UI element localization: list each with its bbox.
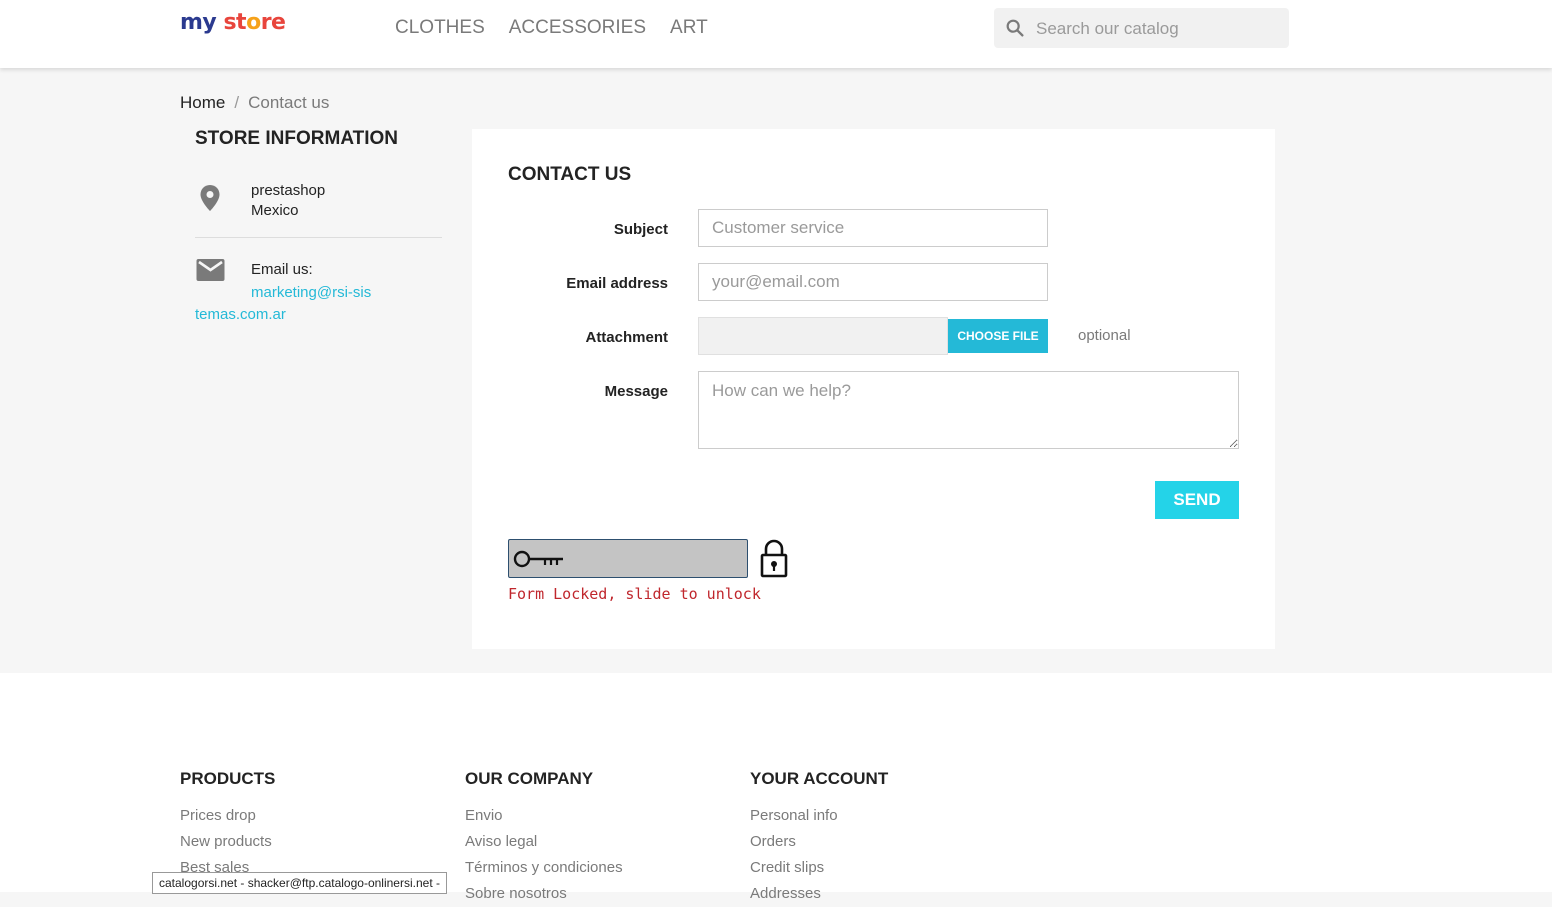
site-header: my store CLOTHES ACCESSORIES ART (0, 0, 1552, 68)
key-icon[interactable] (513, 549, 565, 569)
footer-link-new-products[interactable]: New products (180, 829, 275, 855)
browser-status-bar: catalogorsi.net - shacker@ftp.catalogo-o… (152, 872, 447, 894)
store-info-title: STORE INFORMATION (195, 128, 399, 149)
location-pin-icon (200, 185, 220, 211)
message-label: Message (604, 383, 668, 400)
breadcrumb: Home / Contact us (180, 93, 329, 113)
store-email-link[interactable]: marketing@rsi-sistemas.com.ar (195, 282, 375, 326)
footer-account-title: YOUR ACCOUNT (750, 769, 889, 788)
email-field[interactable] (698, 263, 1048, 301)
footer-link-prices-drop[interactable]: Prices drop (180, 803, 275, 829)
search-bar (994, 8, 1289, 48)
breadcrumb-current: Contact us (248, 93, 330, 112)
footer-link-aviso-legal[interactable]: Aviso legal (465, 829, 623, 855)
logo-text-re: re (260, 10, 286, 35)
store-address-line2: Mexico (251, 202, 299, 219)
choose-file-button[interactable]: CHOOSE FILE (948, 319, 1048, 353)
main-nav: CLOTHES ACCESSORIES ART (395, 17, 708, 39)
form-locked-message: Form Locked, slide to unlock (508, 585, 761, 603)
footer-company-title: OUR COMPANY (465, 769, 594, 788)
store-logo[interactable]: my store (180, 10, 286, 35)
logo-text-st: st (223, 10, 247, 35)
breadcrumb-home[interactable]: Home (180, 93, 225, 112)
email-us-label: Email us: (251, 261, 313, 278)
footer-company: OUR COMPANY Envio Aviso legal Términos y… (465, 769, 623, 907)
store-divider (195, 237, 442, 238)
attachment-filename-field[interactable] (698, 317, 948, 355)
store-address-line1: prestashop (251, 182, 326, 199)
mail-icon (196, 259, 225, 281)
subject-label: Subject (613, 221, 668, 238)
footer-link-personal-info[interactable]: Personal info (750, 803, 888, 829)
footer-link-addresses[interactable]: Addresses (750, 881, 888, 907)
nav-art[interactable]: ART (670, 17, 708, 39)
send-button[interactable]: SEND (1155, 481, 1239, 519)
footer-link-terminos[interactable]: Términos y condiciones (465, 855, 623, 881)
contact-title: CONTACT US (508, 164, 632, 185)
footer-account: YOUR ACCOUNT Personal info Orders Credit… (750, 769, 888, 907)
footer-link-envio[interactable]: Envio (465, 803, 623, 829)
logo-text-o: o (246, 10, 261, 35)
search-input[interactable] (1034, 16, 1278, 42)
message-textarea[interactable] (698, 371, 1239, 449)
email-label: Email address (566, 275, 668, 292)
site-footer: PRODUCTS Prices drop New products Best s… (0, 673, 1552, 902)
subject-select[interactable] (698, 209, 1048, 247)
nav-accessories[interactable]: ACCESSORIES (509, 17, 646, 39)
contact-form-card: CONTACT US Subject Email address Attachm… (472, 129, 1275, 649)
footer-link-orders[interactable]: Orders (750, 829, 888, 855)
attachment-label: Attachment (585, 329, 668, 346)
footer-link-sobre-nosotros[interactable]: Sobre nosotros (465, 881, 623, 907)
lock-icon (760, 539, 788, 578)
optional-hint: optional (1078, 327, 1131, 344)
nav-clothes[interactable]: CLOTHES (395, 17, 485, 39)
breadcrumb-separator: / (234, 93, 240, 112)
search-icon[interactable] (1004, 17, 1026, 39)
store-address: prestashop Mexico (251, 181, 325, 221)
footer-link-credit-slips[interactable]: Credit slips (750, 855, 888, 881)
footer-products-title: PRODUCTS (180, 769, 276, 788)
footer-products: PRODUCTS Prices drop New products Best s… (180, 769, 275, 881)
unlock-slider[interactable] (508, 539, 748, 578)
logo-text-my: my (180, 10, 217, 35)
